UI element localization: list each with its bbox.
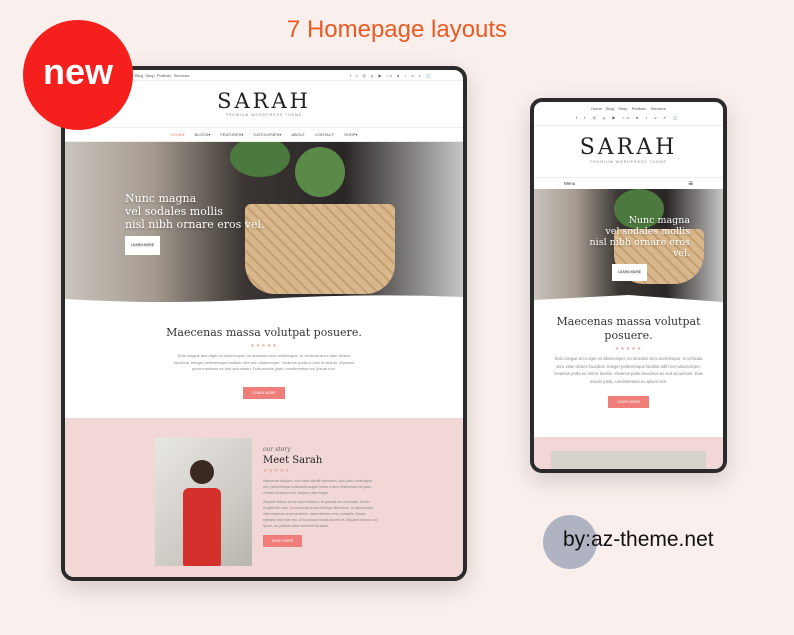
phone-intro-button[interactable]: LEARN MORE xyxy=(607,396,650,408)
phone-intro-title: Maecenas massa volutpat posuere. xyxy=(556,315,701,342)
intro-title: Maecenas massa volutpat posuere. xyxy=(166,326,362,339)
nav-categories[interactable]: CATEGORIES▾ xyxy=(253,132,281,137)
phone-story-photo xyxy=(551,451,706,469)
hero-text: Nunc magna vel sodales mollis nisl nibh … xyxy=(125,192,265,255)
story-title: Meet Sarah xyxy=(263,455,323,466)
phone-hero-line-3: nisl nibh ornare eros vel. xyxy=(589,237,690,259)
phone-intro-text: Duis congue arcu eget mi ullamcorper, eu… xyxy=(553,356,704,384)
phone-story-section xyxy=(534,437,723,469)
hero-line-2: vel sodales mollis xyxy=(125,205,224,218)
nav-about[interactable]: ABOUT xyxy=(291,132,305,137)
story-stars: ★★★★★ xyxy=(263,468,291,474)
site-tagline: PREMIUM WORDPRESS THEME xyxy=(225,113,303,117)
photo-head xyxy=(190,460,214,484)
top-link-portfolio[interactable]: Portfolio xyxy=(157,73,172,78)
story-kicker: our story xyxy=(263,446,291,453)
nav-shop[interactable]: SHOP▾ xyxy=(344,132,357,137)
phone-hero: Nunc magna vel sodales mollis nisl nibh … xyxy=(534,189,723,303)
hamburger-icon[interactable]: ≡ xyxy=(688,179,693,188)
social-icons[interactable]: f t ◎ p ▶ in ● ♪ v ⌕ 🛒 xyxy=(350,73,433,78)
story-paragraph-1: Maecenas aliquam, felis vitae blandit bi… xyxy=(263,479,373,495)
phone-top-links: Home Blog Shop Portfolio Services xyxy=(534,102,723,111)
phone-logo[interactable]: SARAH xyxy=(534,135,723,160)
phone-mockup: Home Blog Shop Portfolio Services f t ◎ … xyxy=(530,98,727,473)
photo-dress xyxy=(183,488,221,566)
credit-text: by:az-theme.net xyxy=(563,528,714,551)
basket-image xyxy=(245,204,395,294)
plant-leaf xyxy=(295,147,345,197)
new-badge: new xyxy=(23,20,133,130)
sarah-photo xyxy=(155,438,252,566)
phone-wave xyxy=(534,295,723,303)
nav-features[interactable]: FEATURES▾ xyxy=(220,132,243,137)
phone-intro: Maecenas massa volutpat posuere. ★★★★★ D… xyxy=(534,303,723,408)
top-link-blog[interactable]: Blog xyxy=(135,73,143,78)
phone-social-icons[interactable]: f t ◎ p ▶ in ● ♪ v ⌕ 🛒 xyxy=(534,115,723,120)
hero-line-3: nisl nibh ornare eros vel. xyxy=(125,218,265,231)
cart-icon[interactable]: 🛒 xyxy=(426,73,433,78)
nav-home[interactable]: HOME▾ xyxy=(171,132,185,137)
intro-learn-more-button[interactable]: LEARN MORE xyxy=(243,386,285,399)
story-text: our story Meet Sarah ★★★★★ Maecenas aliq… xyxy=(263,446,378,547)
phone-hero-text: Nunc magna vel sodales mollis nisl nibh … xyxy=(572,215,690,281)
phone-intro-stars: ★★★★★ xyxy=(614,346,643,352)
nav-blogs[interactable]: BLOGS▾ xyxy=(195,132,211,137)
phone-tagline: PREMIUM WORDPRESS THEME xyxy=(590,160,667,164)
top-link-shop[interactable]: Shop xyxy=(145,73,154,78)
top-link-services[interactable]: Services xyxy=(174,73,189,78)
phone-link-shop[interactable]: Shop xyxy=(618,106,627,111)
plant-image xyxy=(230,142,290,177)
nav-contact[interactable]: CONTACT xyxy=(315,132,334,137)
phone-menu-bar[interactable]: Menu ≡ xyxy=(534,177,723,189)
story-section: our story Meet Sarah ★★★★★ Maecenas aliq… xyxy=(65,418,463,577)
intro-stars: ★★★★★ xyxy=(250,343,278,349)
intro-text: Duis congue arcu eget mi ullamcorper, eu… xyxy=(173,353,355,371)
menu-label[interactable]: Menu xyxy=(564,181,575,186)
hero-learn-more-button[interactable]: LEARN MORE xyxy=(125,236,161,255)
intro-section: Maecenas massa volutpat posuere. ★★★★★ D… xyxy=(65,304,463,399)
phone-link-home[interactable]: Home xyxy=(591,106,602,111)
phone-hero-line-2: vel sodales mollis xyxy=(605,226,690,237)
hero-line-1: Nunc magna xyxy=(125,192,197,205)
tablet-mockup: Blog Shop Portfolio Services f t ◎ p ▶ i… xyxy=(61,66,467,581)
phone-link-services[interactable]: Services xyxy=(650,106,665,111)
phone-hero-line-1: Nunc magna xyxy=(628,215,690,226)
phone-link-portfolio[interactable]: Portfolio xyxy=(632,106,647,111)
phone-cart-icon[interactable]: 🛒 xyxy=(673,115,681,120)
top-links: Blog Shop Portfolio Services xyxy=(135,73,189,78)
phone-link-blog[interactable]: Blog xyxy=(606,106,614,111)
wave-divider xyxy=(65,295,463,304)
main-nav: HOME▾ BLOGS▾ FEATURES▾ CATEGORIES▾ ABOUT… xyxy=(65,127,463,142)
hero-banner: Nunc magna vel sodales mollis nisl nibh … xyxy=(65,142,463,304)
phone-learn-more-button[interactable]: LEARN MORE xyxy=(612,264,648,281)
read-more-button[interactable]: READ MORE xyxy=(263,535,303,547)
story-paragraph-2: Aliquam finibus dui at dolor tincidunt, … xyxy=(263,500,378,528)
